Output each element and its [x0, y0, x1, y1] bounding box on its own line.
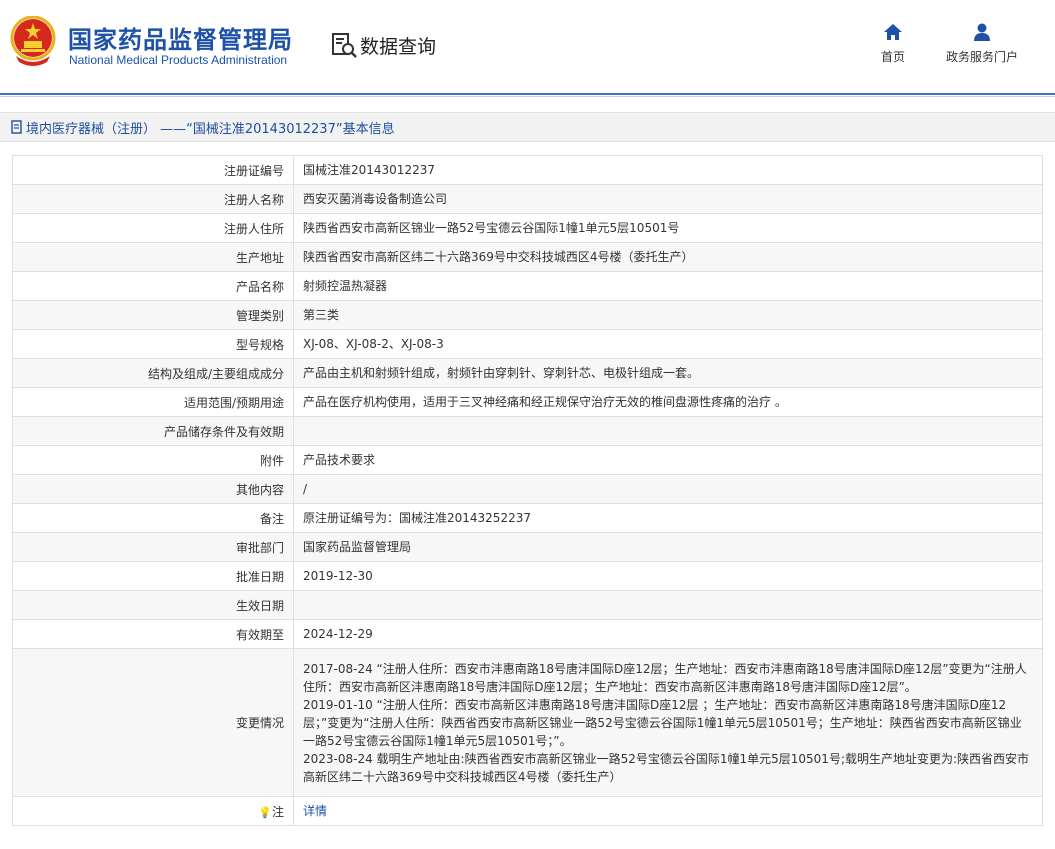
table-row: 产品储存条件及有效期 [12, 416, 1043, 446]
field-value: 原注册证编号为：国械注准20143252237 [293, 503, 1043, 533]
home-icon [884, 24, 902, 40]
field-label: 审批部门 [12, 532, 294, 562]
field-value: 2024-12-29 [293, 619, 1043, 649]
org-name-en: National Medical Products Administration [69, 53, 288, 67]
field-label: 附件 [12, 445, 294, 475]
field-value: 产品技术要求 [293, 445, 1043, 475]
record-title: 境内医疗器械（注册） ——“国械注准20143012237”基本信息 [26, 121, 395, 137]
document-icon [11, 120, 22, 134]
table-row: 其他内容 / [12, 474, 1043, 504]
org-name-cn: 国家药品监督管理局 [68, 26, 293, 54]
field-label: 批准日期 [12, 561, 294, 591]
user-icon [974, 23, 990, 41]
field-label: 产品储存条件及有效期 [12, 416, 294, 446]
nav-home[interactable]: 首页 [870, 22, 916, 65]
field-value: 国家药品监督管理局 [293, 532, 1043, 562]
table-row: 结构及组成/主要组成成分 产品由主机和射频针组成，射频针由穿刺针、穿刺针芯、电极针… [12, 358, 1043, 388]
table-row: 生产地址 陕西省西安市高新区纬二十六路369号中交科技城西区4号楼（委托生产） [12, 242, 1043, 272]
field-value: 第三类 [293, 300, 1043, 330]
field-label: 生效日期 [12, 590, 294, 620]
table-row: 注册证编号 国械注准20143012237 [12, 155, 1043, 185]
data-query-link[interactable]: 数据查询 [330, 30, 436, 60]
nav-home-label: 首页 [880, 50, 905, 64]
field-value: 西安灭菌消毒设备制造公司 [293, 184, 1043, 214]
header-divider-light [0, 96, 1055, 97]
field-label: 生产地址 [12, 242, 294, 272]
field-value [293, 416, 1043, 446]
data-query-title: 数据查询 [360, 35, 437, 58]
national-emblem-icon [10, 16, 56, 66]
field-label: 变更情况 [12, 648, 294, 797]
field-label: 管理类别 [12, 300, 294, 330]
field-label: 备注 [12, 503, 294, 533]
table-row: 变更情况 2017-08-24 “注册人住所：西安市沣惠南路18号唐沣国际D座12… [12, 648, 1043, 797]
record-detail-table: 注册证编号 国械注准20143012237 注册人名称 西安灭菌消毒设备制造公司 注册人… [12, 155, 1043, 826]
table-row: 注册人名称 西安灭菌消毒设备制造公司 [12, 184, 1043, 214]
site-header: 国家药品监督管理局 National Medical Products Admi… [0, 0, 1055, 92]
note-value-cell: 详情 [293, 796, 1043, 826]
field-value: XJ-08、XJ-08-2、XJ-08-3 [293, 329, 1043, 359]
field-value: / [293, 474, 1043, 504]
field-value: 陕西省西安市高新区纬二十六路369号中交科技城西区4号楼（委托生产） [293, 242, 1043, 272]
field-value: 射频控温热凝器 [293, 271, 1043, 301]
lightbulb-icon: 💡 [258, 805, 272, 819]
field-value: 产品由主机和射频针组成，射频针由穿刺针、穿刺针芯、电极针组成一套。 [293, 358, 1043, 388]
field-label: 结构及组成/主要组成成分 [12, 358, 294, 388]
table-row: 批准日期 2019-12-30 [12, 561, 1043, 591]
table-row: 附件 产品技术要求 [12, 445, 1043, 475]
table-row: 生效日期 [12, 590, 1043, 620]
field-label: 注册人名称 [12, 184, 294, 214]
change-entry: 2017-08-24 “注册人住所：西安市沣惠南路18号唐沣国际D座12层；生产… [303, 661, 1027, 694]
search-document-icon [332, 33, 357, 58]
nav-service-portal[interactable]: 政务服务门户 [940, 22, 1024, 65]
note-label-cell: 💡注 [12, 796, 294, 826]
header-divider [0, 93, 1055, 95]
details-link[interactable]: 详情 [303, 804, 327, 818]
table-row: 备注 原注册证编号为：国械注准20143252237 [12, 503, 1043, 533]
field-label: 其他内容 [12, 474, 294, 504]
table-row: 产品名称 射频控温热凝器 [12, 271, 1043, 301]
table-row: 适用范围/预期用途 产品在医疗机构使用，适用于三叉神经痛和经正规保守治疗无效的椎间… [12, 387, 1043, 417]
field-label: 型号规格 [12, 329, 294, 359]
table-row: 有效期至 2024-12-29 [12, 619, 1043, 649]
field-label: 产品名称 [12, 271, 294, 301]
field-label: 注册证编号 [12, 155, 294, 185]
field-label: 有效期至 [12, 619, 294, 649]
field-label: 适用范围/预期用途 [12, 387, 294, 417]
table-row: 审批部门 国家药品监督管理局 [12, 532, 1043, 562]
note-label: 注 [271, 804, 284, 819]
field-value: 国械注准20143012237 [293, 155, 1043, 185]
field-value [293, 590, 1043, 620]
change-entry: 2023-08-24 载明生产地址由:陕西省西安市高新区锦业一路52号宝德云谷国… [303, 751, 1030, 784]
record-title-bar: 境内医疗器械（注册） ——“国械注准20143012237”基本信息 [0, 112, 1055, 142]
change-entry: 2019-01-10 “注册人住所：西安市高新区沣惠南路18号唐沣国际D座12层… [303, 697, 1022, 748]
field-value: 产品在医疗机构使用，适用于三叉神经痛和经正规保守治疗无效的椎间盘源性疼痛的治疗 … [293, 387, 1043, 417]
change-history: 2017-08-24 “注册人住所：西安市沣惠南路18号唐沣国际D座12层；生产… [293, 648, 1043, 797]
table-row: 💡注 详情 [12, 796, 1043, 826]
field-label: 注册人住所 [12, 213, 294, 243]
table-row: 型号规格 XJ-08、XJ-08-2、XJ-08-3 [12, 329, 1043, 359]
field-value: 陕西省西安市高新区锦业一路52号宝德云谷国际1幢1单元5层10501号 [293, 213, 1043, 243]
table-row: 注册人住所 陕西省西安市高新区锦业一路52号宝德云谷国际1幢1单元5层10501号 [12, 213, 1043, 243]
nav-service-label: 政务服务门户 [945, 50, 1018, 64]
field-value: 2019-12-30 [293, 561, 1043, 591]
table-row: 管理类别 第三类 [12, 300, 1043, 330]
